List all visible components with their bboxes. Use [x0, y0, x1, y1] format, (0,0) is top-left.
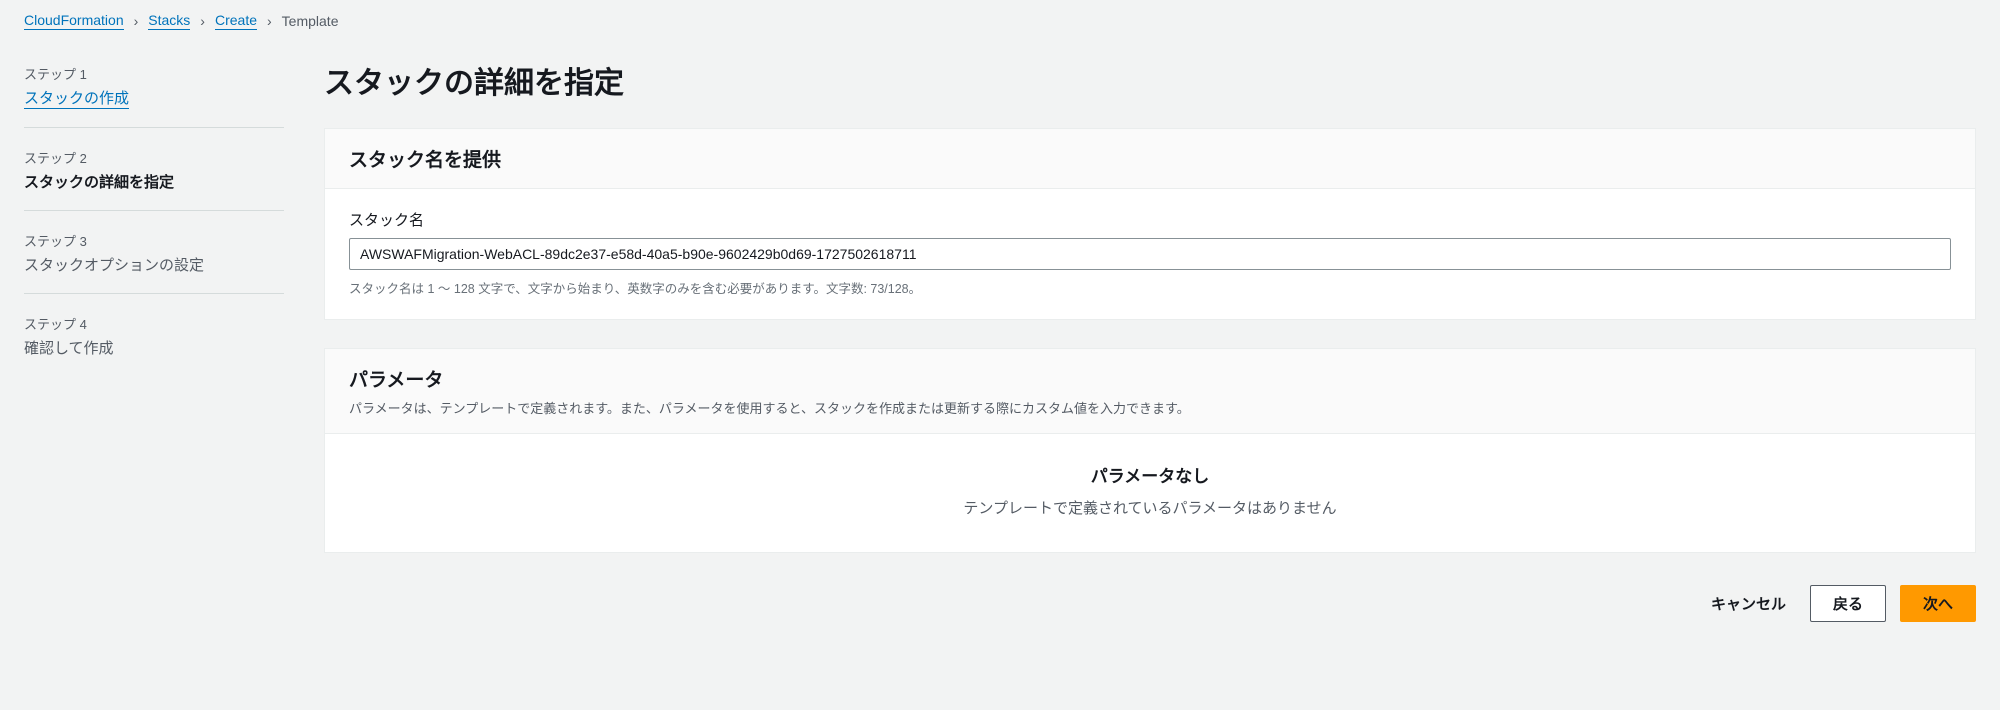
- step-label: ステップ 2: [24, 148, 284, 167]
- stack-name-input[interactable]: [349, 238, 1951, 270]
- parameters-empty-state: パラメータなし テンプレートで定義されているパラメータはありません: [325, 434, 1975, 552]
- step-label: ステップ 3: [24, 231, 284, 250]
- wizard-step-3: ステップ 3 スタックオプションの設定: [24, 225, 284, 294]
- cancel-button[interactable]: キャンセル: [1701, 585, 1796, 622]
- stack-name-heading: スタック名を提供: [349, 145, 1951, 172]
- chevron-right-icon: ›: [267, 13, 272, 29]
- step-label: ステップ 1: [24, 64, 284, 83]
- footer-actions: キャンセル 戻る 次へ: [324, 581, 1976, 622]
- next-button[interactable]: 次へ: [1900, 585, 1976, 622]
- back-button[interactable]: 戻る: [1810, 585, 1886, 622]
- parameters-heading: パラメータ: [349, 365, 1951, 392]
- wizard-step-4: ステップ 4 確認して作成: [24, 308, 284, 376]
- breadcrumb-stacks[interactable]: Stacks: [148, 12, 190, 30]
- empty-state-title: パラメータなし: [345, 462, 1955, 487]
- breadcrumb-create[interactable]: Create: [215, 12, 257, 30]
- breadcrumb-current: Template: [282, 13, 339, 29]
- step-title[interactable]: スタックの作成: [24, 87, 129, 109]
- parameters-description: パラメータは、テンプレートで定義されます。また、パラメータを使用すると、スタック…: [349, 398, 1951, 417]
- panel-header: パラメータ パラメータは、テンプレートで定義されます。また、パラメータを使用する…: [325, 349, 1975, 434]
- step-title: スタックオプションの設定: [24, 257, 204, 274]
- empty-state-subtitle: テンプレートで定義されているパラメータはありません: [345, 497, 1955, 518]
- step-label: ステップ 4: [24, 314, 284, 333]
- wizard-step-2: ステップ 2 スタックの詳細を指定: [24, 142, 284, 211]
- step-title: 確認して作成: [24, 340, 114, 357]
- step-title: スタックの詳細を指定: [24, 174, 174, 191]
- chevron-right-icon: ›: [200, 13, 205, 29]
- breadcrumb: CloudFormation › Stacks › Create › Templ…: [24, 12, 1976, 30]
- stack-name-hint: スタック名は 1 ～ 128 文字で、文字から始まり、英数字のみを含む必要があり…: [349, 278, 1951, 297]
- main-content: スタックの詳細を指定 スタック名を提供 スタック名 スタック名は 1 ～ 128…: [324, 58, 1976, 622]
- wizard-steps: ステップ 1 スタックの作成 ステップ 2 スタックの詳細を指定 ステップ 3 …: [24, 58, 284, 390]
- page-title: スタックの詳細を指定: [324, 58, 1976, 102]
- wizard-step-1[interactable]: ステップ 1 スタックの作成: [24, 58, 284, 128]
- parameters-panel: パラメータ パラメータは、テンプレートで定義されます。また、パラメータを使用する…: [324, 348, 1976, 553]
- panel-header: スタック名を提供: [325, 129, 1975, 189]
- breadcrumb-cloudformation[interactable]: CloudFormation: [24, 12, 124, 30]
- stack-name-label: スタック名: [349, 209, 1951, 230]
- chevron-right-icon: ›: [134, 13, 139, 29]
- stack-name-panel: スタック名を提供 スタック名 スタック名は 1 ～ 128 文字で、文字から始ま…: [324, 128, 1976, 320]
